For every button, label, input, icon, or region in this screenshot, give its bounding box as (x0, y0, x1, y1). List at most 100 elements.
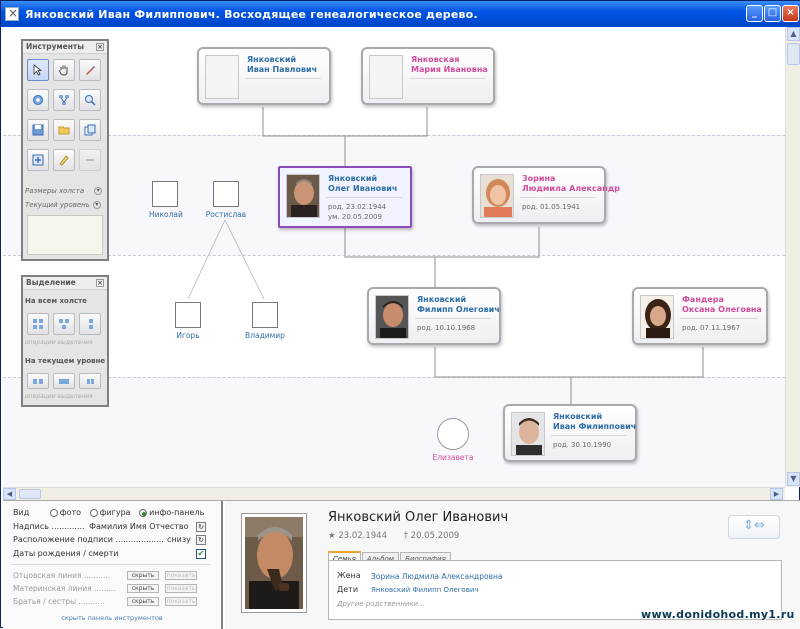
close-icon[interactable]: × (96, 279, 104, 287)
person-card[interactable]: Янковский Иван Павлович (197, 47, 331, 105)
tree-canvas[interactable]: Янковский Иван Павлович Янковская Мария Ив… (3, 27, 785, 487)
person-card[interactable]: Янковский Иван Филиппович род. 30.10.1990 (503, 404, 637, 462)
other-relatives-link[interactable]: Другие родственники... (337, 600, 425, 608)
tools-panel[interactable]: Инструменты × Размеры холста ▾ Текущий уро… (21, 39, 109, 261)
paternal-line-label: Отцовская линия ........... (13, 571, 111, 580)
tools-panel-title: Инструменты (26, 42, 85, 51)
scroll-left-icon[interactable]: ◀ (3, 488, 16, 500)
cycle-caption-button[interactable]: ↻ (196, 522, 206, 532)
minimize-button[interactable]: _ (746, 5, 763, 22)
maximize-button[interactable]: □ (764, 5, 781, 22)
birth-icon: ★ (328, 531, 336, 541)
hand-tool[interactable] (53, 59, 75, 81)
caption-position-row: Расположение подписи ...................… (13, 535, 191, 544)
child-link[interactable]: Янковский Филипп Олегович (371, 586, 479, 594)
view-infopanel-radio[interactable] (139, 508, 148, 517)
person-dates: род. 10.10.1968 (417, 324, 476, 332)
children-label: Дети (337, 585, 359, 594)
zoom-tool[interactable] (79, 89, 101, 111)
dates-checkbox[interactable]: ✔ (196, 549, 206, 559)
edit-tool[interactable] (53, 149, 75, 171)
mini-person-node[interactable]: Елизавета (431, 418, 475, 462)
birth-date: 23.02.1944 (338, 531, 387, 541)
delete-icon (86, 159, 94, 161)
current-level-dropdown[interactable]: Текущий уровень ▾ (25, 201, 101, 209)
delete-tool[interactable] (79, 149, 101, 171)
tree-layout-icon (59, 95, 69, 105)
title-bar[interactable]: Янковский Иван Филиппович. Восходящее ге… (1, 1, 800, 27)
paternal-show-button[interactable]: показать (165, 571, 197, 580)
caption-position-value[interactable]: снизу (167, 535, 191, 544)
add-person-icon (32, 154, 44, 166)
selection-panel-header[interactable]: Выделение × (23, 277, 107, 290)
person-full-name: Янковский Олег Иванович (328, 510, 509, 525)
mini-person-node[interactable]: Игорь (173, 302, 203, 340)
person-card[interactable]: Зорина Людмила Алексаnдр род. 01.05.1941 (472, 166, 620, 224)
app-window: Янковский Иван Филиппович. Восходящее ге… (0, 0, 800, 629)
navigation-button[interactable]: ⇕⇔ (728, 515, 780, 539)
add-person-tool[interactable] (27, 149, 49, 171)
open-tool[interactable] (53, 119, 75, 141)
level-select-none-button[interactable] (79, 373, 101, 389)
tree-layout-tool[interactable] (53, 89, 75, 111)
canvas-size-label: Размеры холста (25, 187, 85, 195)
siblings-hide-button[interactable]: скрыть (127, 597, 159, 606)
save-tool[interactable] (27, 119, 49, 141)
caption-value[interactable]: Фамилия Имя Отчество (89, 522, 188, 531)
person-card[interactable]: Фандера Оксана Олеговна род. 07.11.1967 (632, 287, 768, 345)
scroll-thumb[interactable] (19, 489, 41, 499)
person-dates: род. 30.10.1990 (553, 441, 612, 449)
level-select-row-button[interactable] (53, 373, 75, 389)
select-none-button[interactable] (79, 313, 101, 335)
mini-person-node[interactable]: Ростислав (205, 181, 247, 219)
wife-link[interactable]: Зорина Людмила Александровна (371, 572, 503, 581)
close-icon[interactable]: × (96, 43, 104, 51)
mini-person-node[interactable]: Владимир (245, 302, 285, 340)
view-figure-label[interactable]: фигура (100, 508, 131, 517)
selection-panel[interactable]: Выделение × На всем холсте операции выдел… (21, 275, 109, 407)
vertical-scrollbar[interactable]: ▲ ▼ (785, 27, 800, 487)
view-infopanel-label[interactable]: инфо-панель (149, 508, 204, 517)
horizontal-scrollbar[interactable]: ◀ ▶ (3, 487, 785, 500)
siblings-line-label: Братья / сестры ........... (13, 597, 105, 606)
maternal-hide-button[interactable]: скрыть (127, 584, 159, 593)
view-figure-radio[interactable] (89, 508, 98, 517)
pen-tool[interactable] (79, 59, 101, 81)
pointer-tool[interactable] (27, 59, 49, 81)
person-name: Янковский Филипп Олегович (417, 295, 500, 314)
person-photo (205, 55, 239, 99)
scroll-right-icon[interactable]: ▶ (770, 488, 783, 500)
person-photo (640, 295, 674, 339)
view-photo-radio[interactable] (49, 508, 58, 517)
select-branch-button[interactable] (53, 313, 75, 335)
all-canvas-label: На всем холсте (25, 297, 87, 305)
selection-ops-label: операции выделения (25, 339, 93, 346)
tools-panel-header[interactable]: Инструменты × (23, 41, 107, 54)
scroll-thumb[interactable] (787, 43, 800, 65)
settings-tool[interactable] (27, 89, 49, 111)
mini-person-label: Елизавета (432, 453, 474, 462)
paternal-hide-button[interactable]: скрыть (127, 571, 159, 580)
person-card-selected[interactable]: Янковский Олег Иванович род. 23.02.1944 ум… (278, 166, 412, 228)
scroll-down-icon[interactable]: ▼ (787, 472, 800, 486)
siblings-show-button[interactable]: показать (165, 597, 197, 606)
settings-icon (33, 95, 43, 105)
person-card[interactable]: Янковский Филипп Олегович род. 10.10.1968 (367, 287, 501, 345)
vertical-arrows-icon: ⇕ (743, 518, 754, 533)
canvas-size-dropdown[interactable]: Размеры холста ▾ (25, 187, 103, 195)
person-photo (286, 174, 320, 218)
maternal-show-button[interactable]: показать (165, 584, 197, 593)
mini-person-node[interactable]: Николай (149, 181, 183, 219)
person-card[interactable]: Янковская Мария Ивановна (361, 47, 495, 105)
hide-toolbar-link[interactable]: скрыть панель инструментов (3, 614, 221, 622)
row-select-icon (33, 379, 43, 384)
copy-tool[interactable] (79, 119, 101, 141)
cycle-position-button[interactable]: ↻ (196, 535, 206, 545)
close-button[interactable]: × (782, 5, 799, 22)
view-photo-label[interactable]: фото (60, 508, 81, 517)
level-select-all-button[interactable] (27, 373, 49, 389)
select-all-button[interactable] (27, 313, 49, 335)
scroll-up-icon[interactable]: ▲ (787, 27, 800, 41)
death-icon: † (403, 531, 408, 541)
pointer-icon (33, 64, 43, 76)
